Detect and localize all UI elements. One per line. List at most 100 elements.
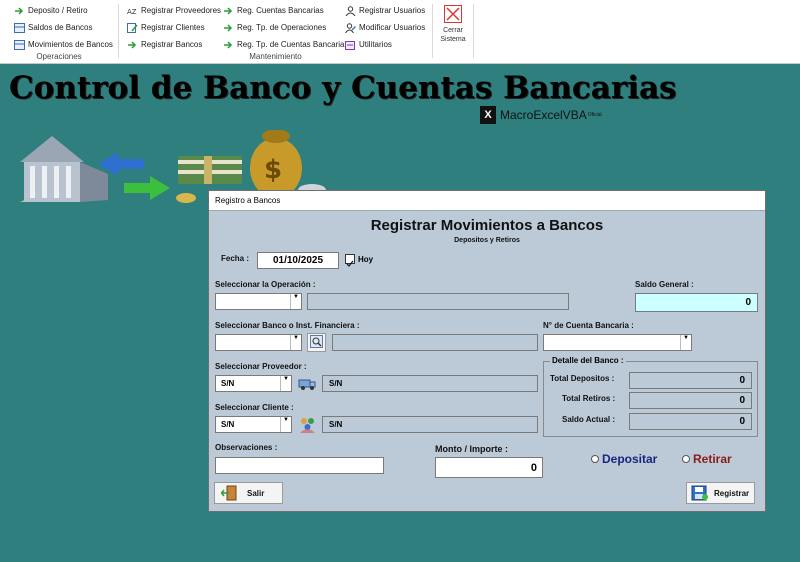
svg-text:$: $ bbox=[264, 155, 282, 185]
save-icon bbox=[691, 485, 709, 501]
monto-input[interactable]: 0 bbox=[435, 457, 543, 478]
registro-bancos-window: Registro a Bancos Registrar Movimientos … bbox=[208, 190, 766, 512]
reg-tp-operaciones-button[interactable]: Reg. Tp. de Operaciones bbox=[223, 21, 326, 34]
page-title: Control de Banco y Cuentas Bancarias bbox=[9, 70, 677, 106]
reg-tp-cuentas-bancarias-button[interactable]: Reg. Tp. de Cuentas Bancarias bbox=[223, 38, 348, 51]
excel-logo-icon: X bbox=[480, 106, 496, 124]
sistema-label: Sistema bbox=[440, 36, 466, 43]
operacion-select[interactable]: ▼ bbox=[215, 293, 302, 310]
cliente-detail: S/N bbox=[329, 420, 343, 429]
bank-building-icon bbox=[20, 136, 108, 202]
brand-tm: Oficial bbox=[587, 112, 602, 118]
movimientos-bancos-button[interactable]: Movimientos de Bancos bbox=[14, 38, 113, 51]
detalle-banco-group: Detalle del Banco : Total Depositos : 0 … bbox=[543, 356, 758, 437]
checkmark-icon bbox=[345, 254, 355, 267]
registrar-usuarios-button[interactable]: Registrar Usuarios bbox=[345, 4, 425, 17]
salir-button[interactable]: Salir bbox=[214, 482, 283, 504]
saldo-general-value: 0 bbox=[745, 297, 751, 308]
cliente-value: S/N bbox=[221, 420, 235, 429]
brand-logo: X MacroExcelVBA Oficial bbox=[480, 106, 602, 124]
banco-label: Seleccionar Banco o Inst. Financiera : bbox=[215, 321, 360, 330]
form-heading: Registrar Movimientos a Bancos bbox=[370, 217, 604, 234]
chevron-down-icon: ▼ bbox=[280, 376, 291, 391]
chevron-down-icon: ▼ bbox=[290, 294, 301, 309]
total-depositos-label: Total Depositos : bbox=[550, 374, 615, 383]
ribbon-group-title: Mantenimiento bbox=[249, 52, 302, 61]
chevron-down-icon: ▼ bbox=[280, 417, 291, 432]
proveedor-label: Seleccionar Proveedor : bbox=[215, 362, 307, 371]
modificar-usuarios-button[interactable]: Modificar Usuarios bbox=[345, 21, 425, 34]
chevron-down-icon: ▼ bbox=[680, 335, 691, 350]
saldo-actual-field: 0 bbox=[629, 413, 752, 430]
brand-text: MacroExcelVBA bbox=[500, 108, 587, 122]
cerrar-sistema-button[interactable]: Cerrar Sistema bbox=[434, 4, 472, 50]
reg-cuentas-bancarias-button[interactable]: Reg. Cuentas Bancarias bbox=[223, 4, 324, 17]
detalle-banco-label: Detalle del Banco : bbox=[550, 356, 626, 365]
cliente-label: Seleccionar Cliente : bbox=[215, 403, 294, 412]
total-retiros-value: 0 bbox=[739, 395, 745, 406]
retirar-label: Retirar bbox=[693, 452, 732, 466]
sort-icon: AZ bbox=[127, 6, 138, 16]
ribbon-group-title: Operaciones bbox=[36, 52, 82, 61]
total-retiros-field: 0 bbox=[629, 392, 752, 409]
window-title: Registro a Bancos bbox=[215, 196, 281, 205]
deposito-retiro-button[interactable]: Deposito / Retiro bbox=[14, 4, 88, 17]
fecha-input[interactable]: 01/10/2025 bbox=[257, 252, 339, 269]
fecha-value: 01/10/2025 bbox=[272, 255, 324, 266]
user-edit-icon bbox=[345, 22, 356, 33]
cuenta-label: N° de Cuenta Bancaria : bbox=[543, 321, 634, 330]
observaciones-input[interactable] bbox=[215, 457, 384, 474]
hoy-label: Hoy bbox=[358, 254, 374, 264]
form-subheading: Depositos y Retiros bbox=[454, 237, 520, 244]
tools-icon bbox=[345, 40, 356, 50]
green-arrows-icon bbox=[223, 40, 234, 50]
hoy-checkbox[interactable]: Hoy bbox=[345, 254, 374, 267]
proveedor-detail-field: S/N bbox=[322, 375, 538, 392]
close-x-icon bbox=[444, 5, 462, 23]
registrar-clientes-button[interactable]: Registrar Clientes bbox=[127, 21, 205, 34]
user-icon bbox=[345, 5, 356, 16]
edit-form-icon bbox=[127, 22, 138, 33]
banco-detail-field bbox=[332, 334, 538, 351]
exchange-arrows-icon bbox=[98, 152, 170, 200]
radio-dot bbox=[682, 455, 690, 463]
registrar-proveedores-button[interactable]: AZ Registrar Proveedores bbox=[127, 4, 221, 17]
total-depositos-value: 0 bbox=[739, 375, 745, 386]
search-bank-button[interactable] bbox=[307, 333, 326, 352]
registrar-label: Registrar bbox=[714, 488, 750, 498]
saldo-actual-value: 0 bbox=[739, 416, 745, 427]
cuenta-select[interactable]: ▼ bbox=[543, 334, 692, 351]
depositar-radio[interactable]: Depositar bbox=[591, 452, 657, 466]
green-arrows-icon bbox=[223, 6, 234, 16]
cliente-detail-field: S/N bbox=[322, 416, 538, 433]
green-arrows-icon bbox=[223, 23, 234, 33]
salir-label: Salir bbox=[247, 488, 265, 498]
proveedor-select[interactable]: S/N ▼ bbox=[215, 375, 292, 392]
proveedor-value: S/N bbox=[221, 379, 235, 388]
banco-select[interactable]: ▼ bbox=[215, 334, 302, 351]
registrar-button[interactable]: Registrar bbox=[686, 482, 755, 504]
ribbon-separator bbox=[473, 4, 474, 58]
saldos-bancos-button[interactable]: Saldos de Bancos bbox=[14, 21, 93, 34]
proveedor-truck-icon[interactable] bbox=[298, 375, 317, 392]
operacion-detail-field bbox=[307, 293, 569, 310]
radio-dot bbox=[591, 455, 599, 463]
exit-door-icon bbox=[220, 485, 239, 501]
utilitarios-button[interactable]: Utilitarios bbox=[345, 38, 392, 51]
cliente-select[interactable]: S/N ▼ bbox=[215, 416, 292, 433]
ribbon-group-mantenimiento: AZ Registrar Proveedores Registrar Clien… bbox=[119, 0, 432, 63]
saldo-general-field: 0 bbox=[635, 293, 758, 312]
registrar-bancos-button[interactable]: Registrar Bancos bbox=[127, 38, 202, 51]
total-depositos-field: 0 bbox=[629, 372, 752, 389]
monto-value: 0 bbox=[530, 462, 537, 474]
proveedor-detail: S/N bbox=[329, 379, 343, 388]
ribbon-separator bbox=[432, 4, 433, 58]
cerrar-label: Cerrar bbox=[443, 27, 463, 34]
fecha-label: Fecha : bbox=[221, 254, 250, 263]
monto-label: Monto / Importe : bbox=[435, 444, 508, 454]
observaciones-label: Observaciones : bbox=[215, 443, 278, 452]
clients-group-icon[interactable] bbox=[298, 415, 317, 434]
depositar-label: Depositar bbox=[602, 452, 658, 466]
retirar-radio[interactable]: Retirar bbox=[682, 452, 732, 466]
window-titlebar: Registro a Bancos bbox=[209, 191, 765, 211]
